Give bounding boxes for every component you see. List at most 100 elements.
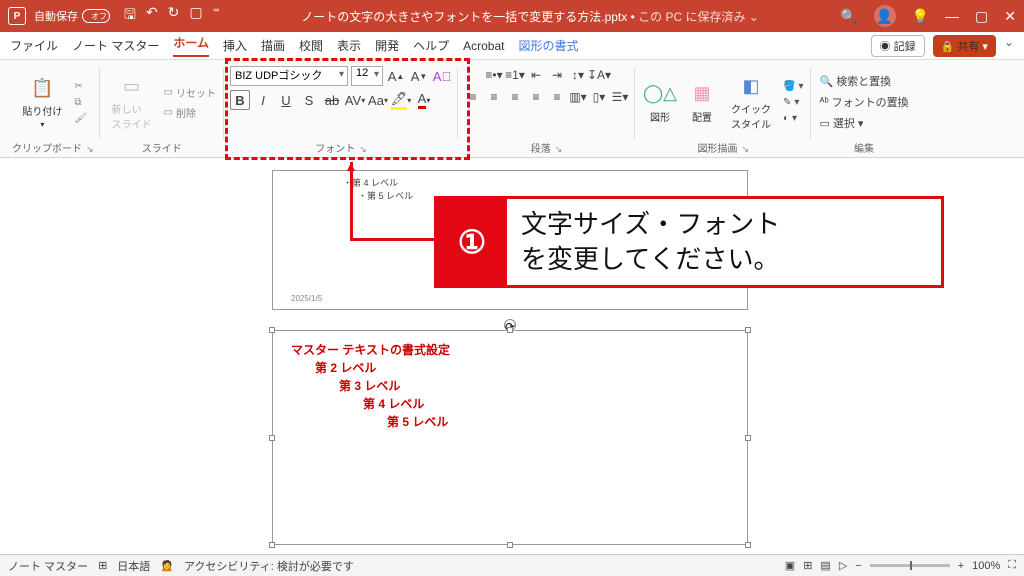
slideshow-icon[interactable]: ▢ xyxy=(189,4,202,28)
shadow-button[interactable]: S xyxy=(299,90,319,110)
format-painter-button[interactable]: 🖌 xyxy=(72,112,89,125)
tab-notes-master[interactable]: ノート マスター xyxy=(72,37,159,54)
bold-button[interactable]: B xyxy=(230,90,250,110)
launcher-icon[interactable]: ↘ xyxy=(86,144,94,154)
font-size-input[interactable]: 12 xyxy=(351,66,383,86)
italic-button[interactable]: I xyxy=(253,90,273,110)
font-name-input[interactable]: BIZ UDPゴシック xyxy=(230,66,348,86)
shrink-font-button[interactable]: A▼ xyxy=(409,66,429,86)
launcher-icon[interactable]: ↘ xyxy=(555,144,563,154)
launcher-icon[interactable]: ↘ xyxy=(359,144,367,154)
view-slideshow-icon[interactable]: ▷ xyxy=(839,559,847,572)
maximize-icon[interactable]: ▢ xyxy=(975,8,988,25)
status-accessibility[interactable]: アクセシビリティ: 検討が必要です xyxy=(184,558,354,574)
qat-overflow-icon[interactable]: ⁼ xyxy=(213,4,220,28)
align-text-button[interactable]: ▯▾ xyxy=(590,88,608,106)
columns-button[interactable]: ▥▾ xyxy=(569,88,587,106)
line-spacing-button[interactable]: ↕▾ xyxy=(569,66,587,84)
resize-handle[interactable] xyxy=(507,542,513,548)
resize-handle[interactable] xyxy=(507,327,513,333)
grow-font-button[interactable]: A▲ xyxy=(386,66,406,86)
zoom-out-button[interactable]: − xyxy=(855,560,861,572)
strike-button[interactable]: ab xyxy=(322,90,342,110)
zoom-in-button[interactable]: + xyxy=(958,560,964,572)
font-replace-button[interactable]: ᴬᵇフォントの置換 xyxy=(817,93,910,111)
view-sorter-icon[interactable]: ⊞ xyxy=(803,559,812,572)
close-icon[interactable]: ✕ xyxy=(1004,8,1016,25)
tab-draw[interactable]: 描画 xyxy=(261,37,285,54)
zoom-slider[interactable] xyxy=(870,564,950,567)
undo-icon[interactable]: ↶ xyxy=(146,4,158,28)
underline-button[interactable]: U xyxy=(276,90,296,110)
align-center-button[interactable]: ≡ xyxy=(485,88,503,106)
reset-icon: ▭ xyxy=(164,87,173,98)
tab-shape-format[interactable]: 図形の書式 xyxy=(518,37,578,54)
collapse-ribbon-icon[interactable]: ⌄ xyxy=(1004,35,1014,57)
tab-review[interactable]: 校閲 xyxy=(299,37,323,54)
notes-text[interactable]: マスター テキストの書式設定 第 2 レベル 第 3 レベル 第 4 レベル 第… xyxy=(291,341,450,431)
notes-placeholder[interactable]: マスター テキストの書式設定 第 2 レベル 第 3 レベル 第 4 レベル 第… xyxy=(272,330,748,545)
search-icon[interactable]: 🔍 xyxy=(840,8,857,25)
indent-dec-button[interactable]: ⇤ xyxy=(527,66,545,84)
align-left-button[interactable]: ≡ xyxy=(464,88,482,106)
status-language[interactable]: 日本語 xyxy=(117,558,150,574)
shape-fill-button[interactable]: 🪣▾ xyxy=(781,80,805,93)
tab-developer[interactable]: 開発 xyxy=(375,37,399,54)
shape-outline-button[interactable]: ✎▾ xyxy=(781,96,805,109)
tab-acrobat[interactable]: Acrobat xyxy=(463,39,504,53)
resize-handle[interactable] xyxy=(745,542,751,548)
align-right-button[interactable]: ≡ xyxy=(506,88,524,106)
indent-inc-button[interactable]: ⇥ xyxy=(548,66,566,84)
clear-format-button[interactable]: A⃠ xyxy=(432,66,452,86)
account-icon[interactable]: 👤 xyxy=(874,5,896,27)
zoom-level[interactable]: 100% xyxy=(972,560,1000,572)
resize-handle[interactable] xyxy=(269,542,275,548)
accessibility-icon[interactable]: 🙍 xyxy=(160,559,174,572)
text-direction-button[interactable]: ↧A▾ xyxy=(590,66,608,84)
tab-insert[interactable]: 挿入 xyxy=(223,37,247,54)
view-reading-icon[interactable]: ▤ xyxy=(820,559,830,572)
redo-icon[interactable]: ↻ xyxy=(168,4,180,28)
smartart-button[interactable]: ☰▾ xyxy=(611,88,629,106)
tab-view[interactable]: 表示 xyxy=(337,37,361,54)
status-caption-icon[interactable]: ⊞ xyxy=(98,559,107,572)
resize-handle[interactable] xyxy=(745,435,751,441)
view-normal-icon[interactable]: ▣ xyxy=(785,559,795,572)
highlight-button[interactable]: 🖊▾ xyxy=(391,90,411,110)
brush-icon: 🖌 xyxy=(74,113,87,124)
numbering-button[interactable]: ≡1▾ xyxy=(506,66,524,84)
shape-effects-button[interactable]: ◐▾ xyxy=(781,112,805,125)
distribute-button[interactable]: ≡ xyxy=(548,88,566,106)
record-button[interactable]: ◉ 記録 xyxy=(871,35,925,57)
spacing-button[interactable]: AV▾ xyxy=(345,90,365,110)
save-icon[interactable]: 🖫 xyxy=(124,4,136,28)
fit-window-icon[interactable]: ⛶ xyxy=(1008,559,1016,572)
copy-button[interactable]: ⧉ xyxy=(72,96,89,109)
status-view[interactable]: ノート マスター xyxy=(8,558,88,574)
minimize-icon[interactable]: — xyxy=(945,8,959,24)
resize-handle[interactable] xyxy=(269,327,275,333)
paste-button[interactable]: 📋 貼り付け ▾ xyxy=(16,71,68,133)
arrowhead-icon: ▲ xyxy=(344,158,358,174)
share-button[interactable]: 🔒 共有 ▾ xyxy=(933,35,996,57)
find-replace-button[interactable]: 🔍検索と置換 xyxy=(817,72,910,90)
slide-body-preview: ・第 4 レベル ・第 5 レベル xyxy=(285,177,413,202)
autosave-state[interactable]: オフ xyxy=(82,9,110,23)
resize-handle[interactable] xyxy=(745,327,751,333)
select-button[interactable]: ▭選択 ▾ xyxy=(817,114,910,132)
launcher-icon[interactable]: ↘ xyxy=(741,144,749,154)
tab-help[interactable]: ヘルプ xyxy=(413,37,449,54)
quick-styles-button[interactable]: ◧クイック スタイル xyxy=(725,69,777,135)
cut-button[interactable]: ✂ xyxy=(72,80,89,93)
justify-button[interactable]: ≡ xyxy=(527,88,545,106)
resize-handle[interactable] xyxy=(269,435,275,441)
font-color-button[interactable]: A▾ xyxy=(414,90,434,110)
tab-file[interactable]: ファイル xyxy=(10,37,58,54)
autosave-toggle[interactable]: 自動保存 オフ xyxy=(34,8,110,24)
arrange-button[interactable]: ▦配置 xyxy=(683,77,721,128)
bullets-button[interactable]: ≡•▾ xyxy=(485,66,503,84)
tab-home[interactable]: ホーム xyxy=(173,34,209,57)
change-case-button[interactable]: Aa▾ xyxy=(368,90,388,110)
shapes-button[interactable]: ◯△図形 xyxy=(641,77,679,128)
help-icon[interactable]: 💡 xyxy=(912,8,929,25)
